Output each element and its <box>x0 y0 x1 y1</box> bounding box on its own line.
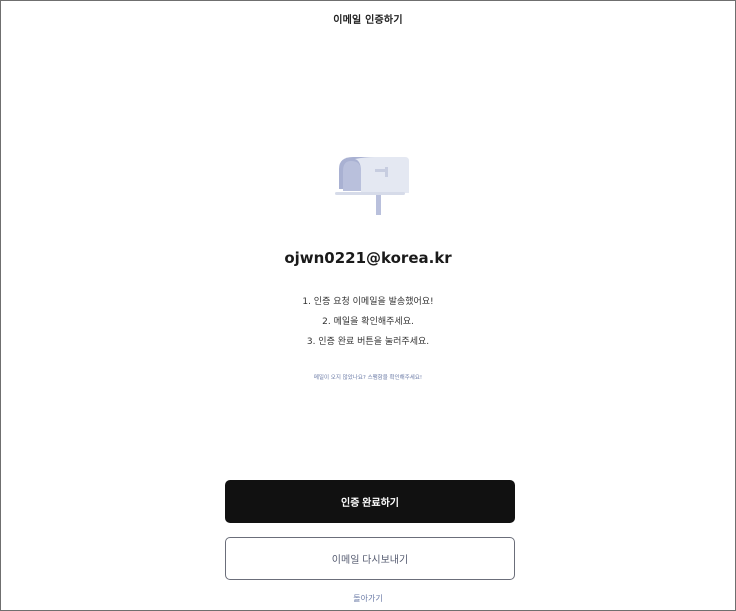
user-email: ojwn0221@korea.kr <box>284 249 452 267</box>
back-link[interactable]: 돌아가기 <box>1 593 735 604</box>
instruction-step-2: 2. 메일을 확인해주세요. <box>322 317 414 327</box>
mailbox-icon <box>335 157 409 215</box>
page-title: 이메일 인증하기 <box>333 15 403 26</box>
resend-email-button[interactable]: 이메일 다시보내기 <box>225 537 515 580</box>
instruction-step-3: 3. 인증 완료 버튼을 눌러주세요. <box>306 337 430 347</box>
complete-verification-button[interactable]: 인증 완료하기 <box>225 480 515 523</box>
instruction-step-1: 1. 인증 요청 이메일을 발송했어요! <box>302 297 434 307</box>
instruction-list: 1. 인증 요청 이메일을 발송했어요! 2. 메일을 확인해주세요. 3. 인… <box>1 292 735 352</box>
screen-frame: 이메일 인증하기 ojwn0221@korea.kr 1. 인증 요청 이메일을… <box>0 0 736 611</box>
spam-help-link[interactable]: 메일이 오지 않았나요? 스팸함을 확인해주세요! <box>1 373 735 381</box>
